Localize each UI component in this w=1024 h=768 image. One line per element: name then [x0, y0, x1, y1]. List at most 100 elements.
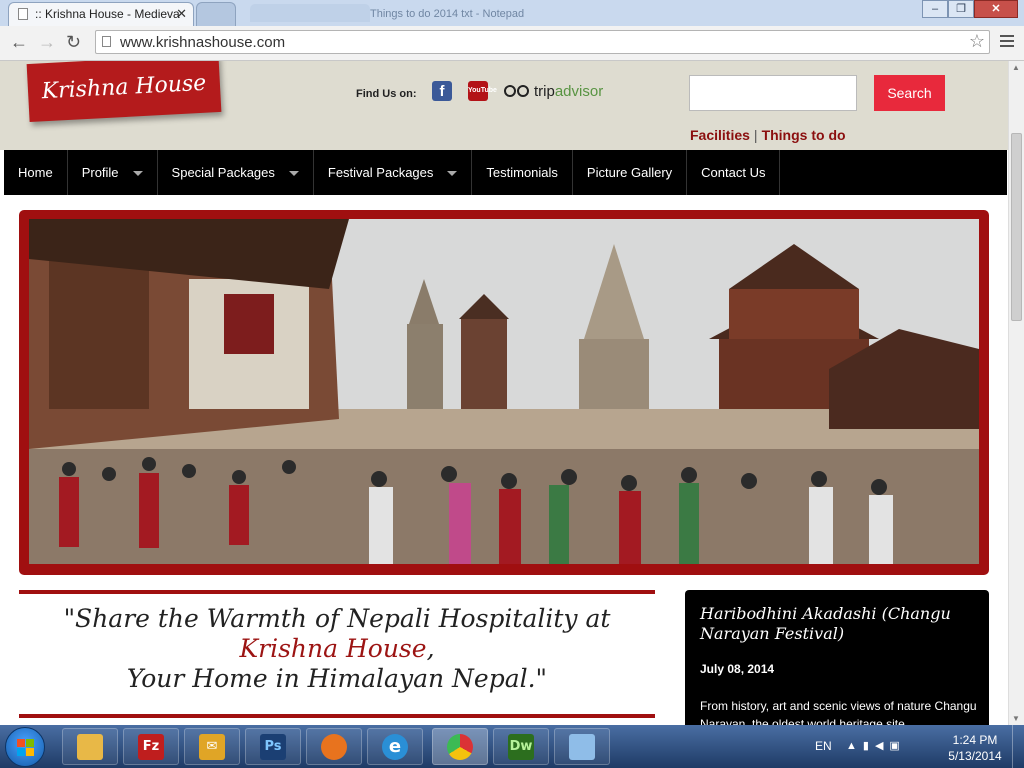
welcome-quote: "Share the Warmth of Nepali Hospitality … — [19, 590, 655, 720]
quote-comma: , — [426, 634, 435, 663]
scrollbar-thumb[interactable] — [1011, 133, 1022, 321]
nav-festival-packages[interactable]: Festival Packages — [314, 150, 473, 195]
nav-home[interactable]: Home — [4, 150, 68, 195]
background-window-tab — [250, 4, 370, 22]
nav-special-packages[interactable]: Special Packages — [158, 150, 314, 195]
show-desktop-button[interactable] — [1012, 725, 1024, 768]
system-tray-icons[interactable]: ▲▮◀▣ — [846, 739, 906, 752]
dropdown-caret-icon — [447, 171, 458, 177]
minimize-button[interactable]: – — [922, 0, 948, 18]
windows-taskbar: Fz ✉ Ps e Dw EN ▲▮◀▣ 1:24 PM 5/13/2014 — [0, 725, 1024, 768]
firefox-icon — [321, 734, 347, 760]
nav-label: Special Packages — [171, 165, 275, 180]
tripadvisor-link[interactable]: tripadvisor — [534, 83, 603, 100]
window-controls: – ❐ ✕ — [922, 0, 1018, 18]
url-text[interactable]: www.krishnashouse.com — [120, 34, 285, 51]
dreamweaver-icon: Dw — [508, 734, 534, 760]
header-links: Facilities | Things to do — [690, 127, 846, 143]
nav-label: Home — [18, 165, 53, 180]
chrome-menu-icon[interactable] — [1000, 32, 1014, 50]
clock-time: 1:24 PM — [952, 733, 998, 747]
nav-profile[interactable]: Profile — [68, 150, 158, 195]
dropdown-caret-icon — [132, 171, 143, 177]
taskbar-mail[interactable]: ✉ — [184, 728, 240, 765]
site-header: Krishna House Find Us on: f YouTube trip… — [0, 61, 1008, 150]
nav-label: Picture Gallery — [586, 165, 673, 180]
bookmark-star-icon[interactable]: ☆ — [969, 31, 985, 52]
internet-explorer-icon: e — [382, 734, 408, 760]
nav-testimonials[interactable]: Testimonials — [472, 150, 573, 195]
taskbar-filezilla[interactable]: Fz — [123, 728, 179, 765]
quote-text: "Share the Warmth of Nepali Hospitality … — [19, 604, 655, 694]
windows-logo-blue — [17, 748, 25, 756]
reload-icon[interactable]: ↻ — [66, 32, 81, 53]
scroll-up-arrow-icon[interactable]: ▲ — [1012, 63, 1020, 72]
tab-close-icon[interactable]: ✕ — [176, 6, 187, 22]
windows-logo-red — [17, 739, 25, 747]
quote-top-rule — [19, 590, 655, 594]
taskbar-notepad[interactable] — [554, 728, 610, 765]
browser-tab-active[interactable]: :: Krishna House - Medieva ✕ — [8, 2, 194, 26]
windows-logo-green — [26, 739, 34, 747]
find-us-label: Find Us on: — [356, 88, 417, 100]
link-separator: | — [753, 127, 758, 143]
page-scrollbar[interactable]: ▲ ▼ — [1008, 61, 1024, 725]
page-icon — [18, 8, 28, 20]
quote-brand: Krishna House — [239, 634, 427, 663]
tripadvisor-owl-icon[interactable] — [504, 85, 532, 99]
nav-label: Profile — [81, 165, 119, 180]
forward-arrow-icon[interactable]: → — [38, 32, 56, 53]
notepad-icon — [569, 734, 595, 760]
taskbar-clock[interactable]: 1:24 PM 5/13/2014 — [944, 732, 1006, 764]
language-indicator[interactable]: EN — [815, 739, 832, 753]
taskbar-explorer[interactable] — [62, 728, 118, 765]
quote-line-1: "Share the Warmth of Nepali Hospitality … — [63, 604, 611, 633]
youtube-icon[interactable]: YouTube — [468, 81, 497, 101]
taskbar-chrome[interactable] — [432, 728, 488, 765]
event-title[interactable]: Haribodhini Akadashi (Changu Narayan Fes… — [700, 604, 980, 644]
photoshop-icon: Ps — [260, 734, 286, 760]
nav-contact-us[interactable]: Contact Us — [687, 150, 781, 195]
taskbar-dreamweaver[interactable]: Dw — [493, 728, 549, 765]
event-box: Haribodhini Akadashi (Changu Narayan Fes… — [685, 590, 989, 725]
things-to-do-link[interactable]: Things to do — [762, 127, 846, 143]
search-input[interactable] — [689, 75, 857, 111]
tab-title: :: Krishna House - Medieva — [35, 7, 180, 21]
filezilla-icon: Fz — [138, 734, 164, 760]
facilities-link[interactable]: Facilities — [690, 127, 750, 143]
start-button[interactable] — [5, 727, 45, 767]
nav-label: Testimonials — [486, 165, 558, 180]
krishna-house-logo[interactable]: Krishna House — [26, 61, 222, 122]
mail-icon: ✉ — [199, 734, 225, 760]
new-tab-button[interactable] — [196, 2, 236, 26]
maximize-button[interactable]: ❐ — [948, 0, 974, 18]
nav-label: Contact Us — [701, 165, 766, 180]
clock-date: 5/13/2014 — [948, 749, 1002, 763]
address-bar[interactable]: www.krishnashouse.com ☆ — [95, 30, 990, 54]
main-navigation: Home Profile Special Packages Festival P… — [4, 150, 1007, 195]
taskbar-internet-explorer[interactable]: e — [367, 728, 423, 765]
durbar-square-photo — [29, 219, 979, 564]
event-date: July 08, 2014 — [700, 662, 775, 676]
facebook-icon[interactable]: f — [432, 81, 452, 101]
folder-icon — [77, 734, 103, 760]
windows-logo-yellow — [26, 748, 34, 756]
tripadvisor-suffix: advisor — [554, 83, 604, 100]
quote-line-3: Your Home in Himalayan Nepal." — [126, 664, 548, 693]
scroll-down-arrow-icon[interactable]: ▼ — [1012, 714, 1020, 723]
browser-titlebar: :: Krishna House - Medieva ✕ Things to d… — [0, 0, 1024, 26]
browser-toolbar: ← → ↻ www.krishnashouse.com ☆ — [0, 26, 1024, 61]
taskbar-firefox[interactable] — [306, 728, 362, 765]
close-window-button[interactable]: ✕ — [974, 0, 1018, 18]
hero-banner — [19, 210, 989, 575]
dropdown-caret-icon — [288, 171, 299, 177]
background-window-title: Things to do 2014 txt - Notepad — [370, 8, 525, 20]
nav-label: Festival Packages — [327, 165, 434, 180]
tripadvisor-prefix: trip — [534, 83, 555, 100]
nav-picture-gallery[interactable]: Picture Gallery — [573, 150, 688, 195]
taskbar-photoshop[interactable]: Ps — [245, 728, 301, 765]
back-arrow-icon[interactable]: ← — [10, 32, 28, 53]
page-icon — [102, 36, 111, 47]
search-button[interactable]: Search — [874, 75, 945, 111]
quote-bottom-rule — [19, 714, 655, 718]
